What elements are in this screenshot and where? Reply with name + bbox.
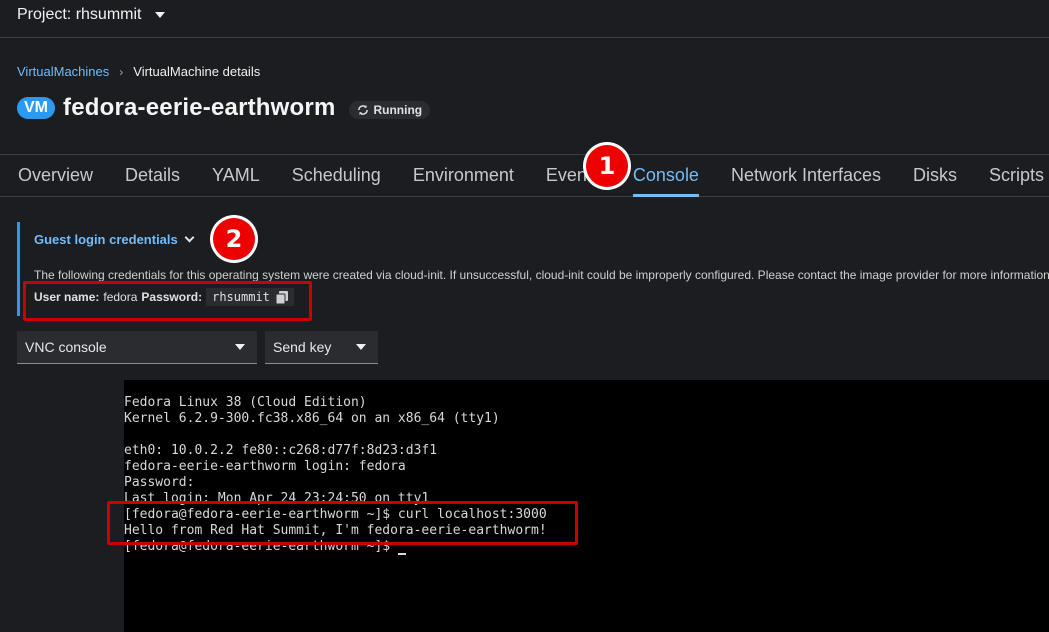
tab-console[interactable]: Console (632, 155, 700, 197)
title-row: VM fedora-eerie-earthworm Running (17, 94, 431, 122)
terminal-line: Fedora Linux 38 (Cloud Edition) (124, 395, 367, 410)
curl-output-highlight-box (107, 501, 578, 545)
step-marker-1: 1 (586, 145, 628, 187)
tab-scheduling[interactable]: Scheduling (292, 155, 381, 196)
top-bar: Project: rhsummit (0, 0, 1049, 38)
breadcrumb: VirtualMachines › VirtualMachine details (17, 64, 260, 79)
tab-network-interfaces[interactable]: Network Interfaces (731, 155, 881, 196)
project-label: Project: rhsummit (17, 6, 142, 23)
send-key-label: Send key (273, 339, 332, 355)
credentials-description: The following credentials for this opera… (34, 268, 1049, 282)
chevron-right-icon: › (119, 64, 124, 79)
vm-badge: VM (17, 97, 55, 119)
tab-bar: Overview Details YAML Scheduling Environ… (0, 154, 1049, 197)
chevron-down-icon (184, 232, 195, 243)
guest-credentials-toggle[interactable]: Guest login credentials (34, 232, 195, 247)
terminal-line: fedora-eerie-earthworm login: fedora (124, 459, 406, 474)
tab-yaml[interactable]: YAML (212, 155, 260, 196)
terminal-line: Password: (124, 475, 195, 490)
terminal-line: Kernel 6.2.9-300.fc38.x86_64 on an x86_6… (124, 411, 500, 426)
tab-scripts[interactable]: Scripts (989, 155, 1044, 196)
guest-credentials-label: Guest login credentials (34, 232, 178, 247)
tab-details[interactable]: Details (125, 155, 180, 196)
breadcrumb-current: VirtualMachine details (133, 64, 261, 79)
caret-down-icon (155, 12, 166, 18)
tab-disks[interactable]: Disks (913, 155, 957, 196)
tab-overview[interactable]: Overview (18, 155, 93, 196)
step-marker-2: 2 (213, 218, 255, 260)
console-type-value: VNC console (25, 339, 107, 355)
project-selector[interactable]: Project: rhsummit (17, 6, 166, 24)
terminal-line: eth0: 10.0.2.2 fe80::c268:d77f:8d23:d3f1 (124, 443, 438, 458)
page-title: fedora-eerie-earthworm (63, 94, 336, 121)
caret-down-icon (235, 344, 245, 350)
status-badge: Running (349, 101, 431, 119)
tab-environment[interactable]: Environment (413, 155, 514, 196)
console-type-select[interactable]: VNC console (17, 331, 257, 364)
caret-down-icon (356, 344, 366, 350)
breadcrumb-virtualmachines-link[interactable]: VirtualMachines (17, 64, 109, 79)
sync-icon (358, 105, 369, 115)
credentials-highlight-box (23, 281, 312, 321)
status-text: Running (373, 103, 423, 117)
send-key-select[interactable]: Send key (265, 331, 378, 364)
